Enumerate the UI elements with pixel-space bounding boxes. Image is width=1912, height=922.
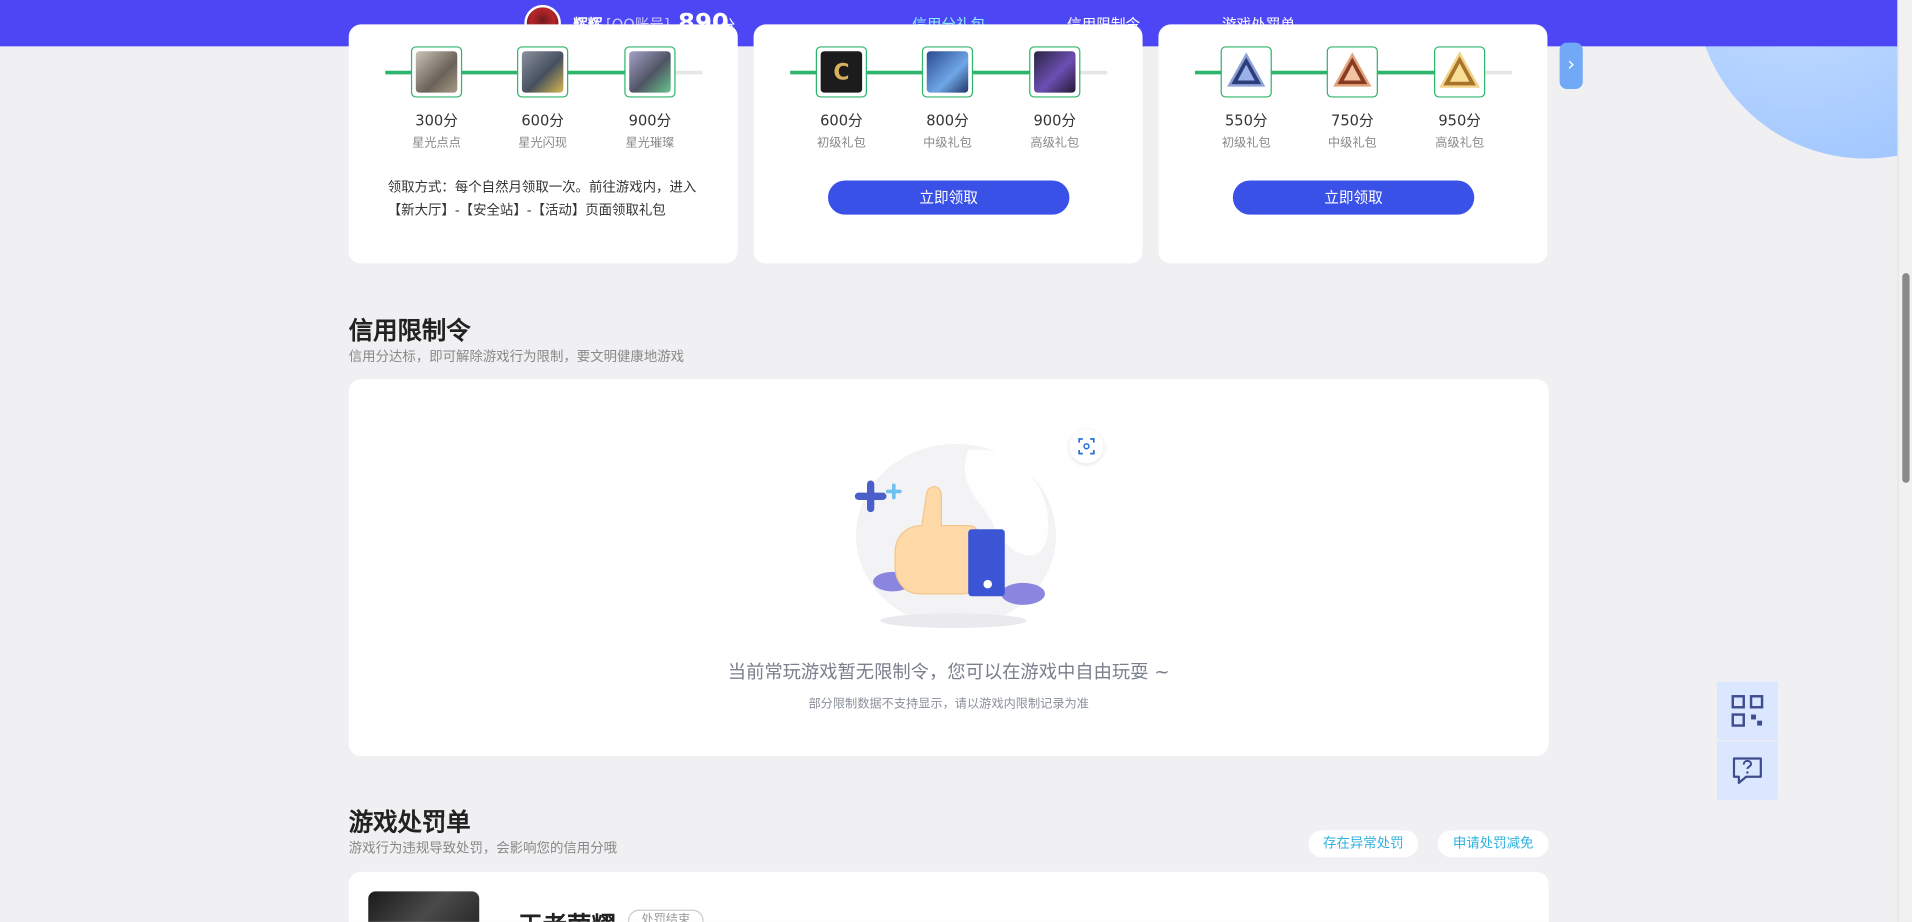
penalty-card: 王者荣耀 处罚结束 — [348, 871, 1549, 922]
gift-name: 初级礼包 — [816, 136, 866, 150]
empty-state-note: 部分限制数据不支持显示，请以游戏内限制记录为准 — [808, 697, 1089, 711]
gift-name: 中级礼包 — [1327, 136, 1377, 150]
restriction-panel: 当前常玩游戏暂无限制令，您可以在游戏中自由玩耍 ~ 部分限制数据不支持显示，请以… — [348, 379, 1549, 757]
claim-instructions: 领取方式：每个自然月领取一次。前往游戏内，进入【新大厅】-【安全站】-【活动】页… — [387, 179, 697, 219]
request-reduction-button[interactable]: 申请处罚减免 — [1437, 830, 1549, 858]
gift-name: 星光璀璨 — [625, 136, 675, 150]
scrollbar-thumb[interactable] — [1902, 273, 1910, 483]
restriction-title: 信用限制令 — [348, 315, 471, 346]
game-name: 王者荣耀 — [518, 906, 616, 922]
scan-icon[interactable] — [1069, 429, 1104, 464]
gift-points: 600分 — [521, 112, 564, 130]
restriction-subtitle: 信用分达标，即可解除游戏行为限制，要文明健康地游戏 — [348, 348, 685, 365]
gift-points: 900分 — [628, 112, 672, 130]
rank-badge-icon — [1227, 52, 1266, 87]
progress-track-remaining — [1482, 70, 1513, 75]
gift-item-2[interactable] — [1326, 46, 1378, 98]
gift-item-3[interactable] — [624, 46, 676, 98]
gift-name: 高级礼包 — [1030, 136, 1080, 150]
gift-points: 600分 — [820, 112, 863, 130]
gift-item-image — [415, 51, 458, 93]
penalty-title: 游戏处罚单 — [348, 807, 471, 837]
gift-item-3[interactable] — [1434, 46, 1486, 98]
gift-card-2: C 600分 800分 900分 初级礼包 中级礼包 高级礼包 立即领取 — [753, 24, 1143, 264]
penalty-subtitle: 游戏行为违规导致处罚，会影响您的信用分哦 — [348, 840, 618, 857]
gift-name: 中级礼包 — [923, 136, 972, 150]
status-badge: 处罚结束 — [627, 909, 704, 922]
gift-points: 550分 — [1224, 112, 1268, 130]
rifle-skin-icon — [926, 51, 969, 93]
gift-item-image — [521, 51, 564, 93]
gift-card-1: 300分 600分 900分 星光点点 星光闪现 星光璀璨 领取方式：每个自然月… — [348, 24, 738, 264]
gift-name: 星光闪现 — [518, 136, 568, 150]
case-icon — [1034, 51, 1076, 93]
rank-badge-icon — [1333, 52, 1372, 87]
gift-item-1[interactable] — [410, 46, 463, 98]
gift-name: 高级礼包 — [1435, 136, 1485, 150]
progress-track-remaining — [1077, 70, 1108, 75]
gift-item-1[interactable] — [1220, 46, 1272, 98]
scrollbar[interactable] — [1897, 0, 1912, 922]
gift-item-2[interactable] — [921, 46, 974, 98]
rank-badge-icon — [1439, 51, 1480, 88]
next-arrow-button[interactable]: › — [1559, 42, 1583, 90]
question-chat-icon — [1732, 757, 1762, 784]
abnormal-penalty-button[interactable]: 存在异常处罚 — [1308, 830, 1419, 858]
gift-item-1[interactable]: C — [815, 46, 867, 98]
gift-points: 750分 — [1331, 112, 1374, 130]
gift-item-3[interactable] — [1029, 46, 1081, 98]
gift-name: 星光点点 — [412, 136, 461, 150]
claim-now-button[interactable]: 立即领取 — [827, 180, 1070, 215]
gift-name: 初级礼包 — [1221, 136, 1271, 150]
gift-item-image — [629, 51, 671, 93]
gift-points: 950分 — [1438, 112, 1481, 130]
qr-code-button[interactable] — [1716, 681, 1778, 741]
game-thumbnail — [368, 891, 480, 922]
gift-points: 800分 — [926, 112, 969, 130]
thumbs-up-illustration — [854, 443, 1057, 628]
claim-now-button[interactable]: 立即领取 — [1232, 180, 1475, 215]
help-feedback-button[interactable] — [1716, 741, 1778, 800]
empty-state-message: 当前常玩游戏暂无限制令，您可以在游戏中自由玩耍 ~ — [727, 660, 1170, 683]
c-badge-icon: C — [820, 51, 863, 93]
gift-points: 900分 — [1033, 112, 1077, 130]
gift-card-3: 550分 750分 950分 初级礼包 中级礼包 高级礼包 立即领取 — [1158, 24, 1548, 264]
gift-item-2[interactable] — [517, 46, 569, 98]
gift-points: 300分 — [415, 112, 458, 130]
qr-code-icon — [1731, 695, 1764, 727]
